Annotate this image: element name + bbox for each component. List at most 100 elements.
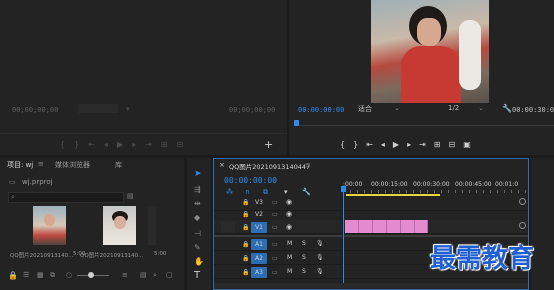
program-timecode[interactable]: 00:00:00:00 [298,106,344,114]
source-marker-icon[interactable]: ▾ [126,105,130,113]
wrench-icon[interactable]: 🔧 [502,104,512,113]
step-back-icon[interactable]: ◂ [381,140,393,149]
automate-to-sequence-icon[interactable]: ▤ [140,271,147,279]
video-clip[interactable] [387,220,401,233]
wrench-icon[interactable]: 🔧 [302,188,311,196]
microphone-icon[interactable]: 🎙 [316,240,324,247]
track-label-v3[interactable]: V3 [251,197,267,208]
track-label-a3[interactable]: A3 [251,267,267,278]
source-timecode[interactable]: 00;00;00;00 [12,106,58,114]
tab-media-browser[interactable]: 媒体浏览器 [55,160,90,170]
timeline-vertical-scrollbar[interactable] [519,198,526,205]
eye-icon[interactable]: ◉ [286,210,292,218]
type-tool-icon[interactable]: T [194,271,200,281]
sync-lock-icon[interactable]: ▭ [272,255,278,262]
solo-button[interactable]: S [302,268,306,275]
program-resolution-select[interactable]: 1/2 ⌄ [448,104,486,113]
video-clip[interactable] [359,220,373,233]
razor-tool-icon[interactable]: ◆ [194,214,200,222]
mute-button[interactable]: M [287,254,292,261]
mark-in-icon[interactable]: { [340,140,353,149]
step-back-icon[interactable]: ◂ [104,140,117,149]
source-patch-v1[interactable] [221,222,235,233]
clip-thumbnail-2[interactable] [103,206,136,245]
go-to-in-icon[interactable]: ⇤ [366,140,381,149]
lock-icon[interactable]: 🔒 [242,224,249,231]
timeline-playhead-handle[interactable] [341,186,346,192]
lock-icon[interactable]: 🔒 [242,211,249,218]
lock-icon[interactable]: 🔒 [242,255,249,262]
sort-icon[interactable]: ≡ [122,271,128,279]
track-label-a2[interactable]: A2 [251,253,267,264]
mark-out-icon[interactable]: } [353,140,366,149]
timeline-timecode[interactable]: 00:00:00:00 [224,176,277,185]
source-fit-select[interactable] [78,104,118,113]
lock-icon[interactable]: 🔒 [242,199,249,206]
timeline-ruler[interactable]: :00:00 00:00:15:00 00:00:30:00 00:00:45:… [343,178,527,196]
slip-tool-icon[interactable]: ⊣ [194,230,201,238]
work-area-bar[interactable] [346,194,440,196]
add-marker-icon[interactable]: ▾ [284,188,288,196]
selection-tool-icon[interactable]: ➤ [194,170,202,179]
timeline-horizontal-scrollbar[interactable] [214,283,528,288]
lift-icon[interactable]: ⊞ [434,140,449,149]
zoom-out-icon[interactable]: ○ [66,271,72,279]
tab-menu-icon[interactable]: ≡ [38,160,44,168]
tab-project[interactable]: 项目: wj [7,160,33,170]
new-item-icon[interactable]: ▢ [166,271,173,279]
program-scrubber[interactable] [296,125,554,126]
track-select-tool-icon[interactable]: ⇶ [194,186,201,194]
mute-button[interactable]: M [287,240,292,247]
go-to-out-icon[interactable]: ⇥ [419,140,434,149]
export-frame-icon[interactable]: ▣ [463,140,479,149]
insert-icon[interactable]: ⊞ [161,140,177,149]
overwrite-icon[interactable]: ⊟ [176,140,192,149]
project-search-input[interactable]: ⌕ [8,192,124,203]
timeline-vertical-scrollbar[interactable] [519,222,526,229]
tab-library[interactable]: 库 [115,160,122,170]
slider-handle[interactable] [88,272,94,278]
video-clip[interactable] [345,220,359,233]
hand-tool-icon[interactable]: ✋ [194,258,204,266]
new-bin-icon[interactable]: ▤ [127,192,134,200]
video-clip[interactable] [415,220,428,233]
solo-button[interactable]: S [302,240,306,247]
step-forward-icon[interactable]: ▸ [407,140,419,149]
mark-out-icon[interactable]: } [74,140,88,149]
program-fit-select[interactable]: 适合 ⌄ [358,104,402,113]
snap-icon[interactable]: ⁂ [226,188,233,196]
lock-icon[interactable]: 🔒 [242,241,249,248]
program-playhead[interactable] [294,120,299,126]
sync-lock-icon[interactable]: ▭ [272,199,278,206]
play-icon[interactable]: ▶ [393,140,407,149]
close-icon[interactable]: × [219,161,225,169]
clip-thumbnail-1[interactable] [33,206,66,245]
linked-selection-icon[interactable]: ⧉ [263,188,268,197]
sync-lock-icon[interactable]: ▭ [272,241,278,248]
eye-icon[interactable]: ◉ [286,198,292,206]
list-view-icon[interactable]: ☰ [23,271,29,279]
microphone-icon[interactable]: 🎙 [316,268,324,275]
extract-icon[interactable]: ⊟ [448,140,463,149]
freeform-view-icon[interactable]: ⧉ [50,271,55,280]
timeline-playhead[interactable] [343,186,344,284]
sync-lock-icon[interactable]: ▭ [272,269,278,276]
microphone-icon[interactable]: 🎙 [316,254,324,261]
mark-in-icon[interactable]: { [60,140,74,149]
video-clip[interactable] [373,220,387,233]
pen-tool-icon[interactable]: ✎ [194,244,201,252]
mute-button[interactable]: M [287,268,292,275]
find-icon[interactable]: ⌕ [153,271,157,280]
magnet-icon[interactable]: ∩ [245,188,250,196]
track-label-v2[interactable]: V2 [251,209,267,220]
solo-button[interactable]: S [302,254,306,261]
icon-view-icon[interactable]: ▦ [37,271,44,279]
lock-icon[interactable]: 🔒 [242,269,249,276]
step-forward-icon[interactable]: ▸ [132,140,145,149]
source-add-button-icon[interactable]: + [264,138,273,151]
sequence-tab[interactable]: QQ图片20210913140447 [229,161,310,171]
ripple-edit-tool-icon[interactable]: ⇹ [194,200,201,208]
sequence-menu-icon[interactable]: ≡ [305,161,311,169]
video-clip[interactable] [401,220,415,233]
track-label-v1[interactable]: V1 [251,222,267,233]
